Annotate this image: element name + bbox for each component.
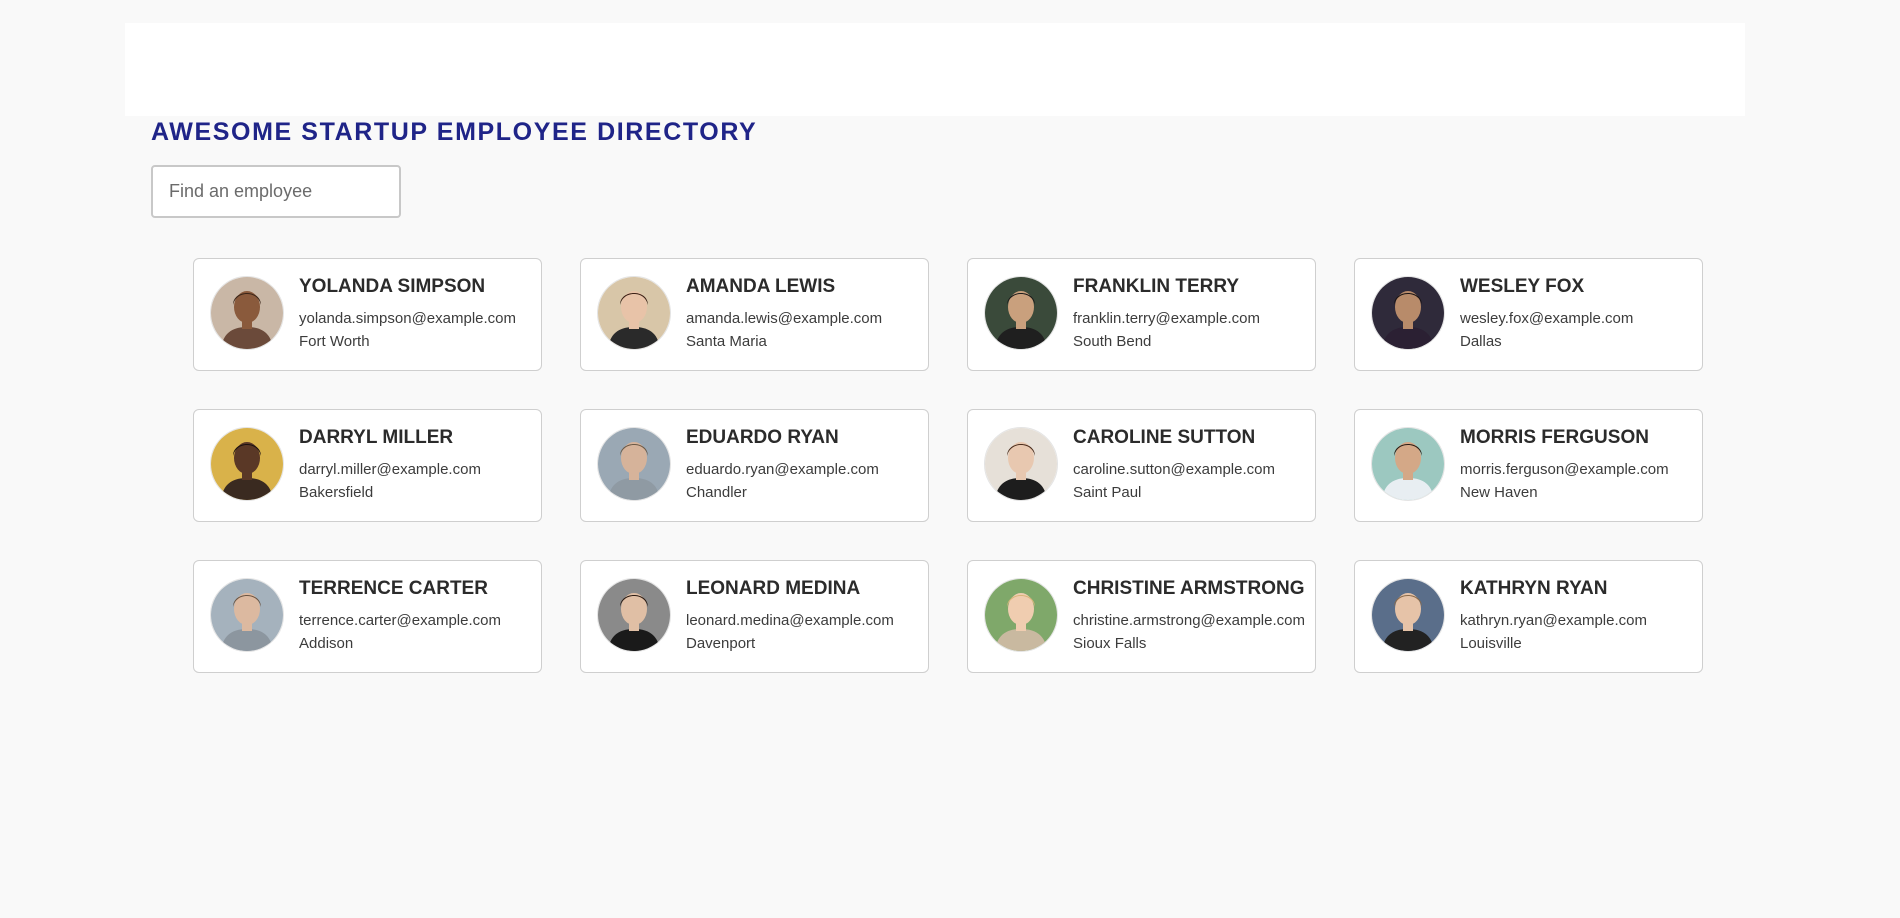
employee-card[interactable]: KATHRYN RYAN kathryn.ryan@example.com Loui… (1354, 560, 1703, 673)
employee-email: morris.ferguson@example.com (1460, 461, 1669, 478)
employee-avatar (210, 578, 284, 652)
employee-name: AMANDA LEWIS (686, 276, 836, 297)
employee-city: New Haven (1460, 484, 1538, 501)
employee-email: caroline.sutton@example.com (1073, 461, 1275, 478)
employee-city: Dallas (1460, 333, 1502, 350)
employee-name: TERRENCE CARTER (299, 578, 488, 599)
employee-name: DARRYL MILLER (299, 427, 454, 448)
employee-email: eduardo.ryan@example.com (686, 461, 879, 478)
employee-email: darryl.miller@example.com (299, 461, 481, 478)
employee-avatar (210, 427, 284, 501)
employee-card[interactable]: CHRISTINE ARMSTRONG christine.armstrong@e… (967, 560, 1316, 673)
employee-info: AMANDA LEWIS amanda.lewis@example.com Sant… (686, 275, 922, 353)
employee-card[interactable]: YOLANDA SIMPSON yolanda.simpson@example.c… (193, 258, 542, 371)
employee-info: WESLEY FOX wesley.fox@example.com Dallas (1460, 275, 1696, 353)
employee-name: CHRISTINE ARMSTRONG (1073, 578, 1305, 599)
employee-info: MORRIS FERGUSON morris.ferguson@example.c… (1460, 426, 1696, 504)
employee-name: LEONARD MEDINA (686, 578, 861, 599)
employee-email: wesley.fox@example.com (1460, 310, 1634, 327)
employee-avatar (597, 276, 671, 350)
employee-info: EDUARDO RYAN eduardo.ryan@example.com Chan… (686, 426, 922, 504)
employee-email: christine.armstrong@example.com (1073, 612, 1305, 629)
employee-name: CAROLINE SUTTON (1073, 427, 1256, 448)
employee-grid: YOLANDA SIMPSON yolanda.simpson@example.c… (193, 258, 1703, 673)
employee-city: Bakersfield (299, 484, 374, 501)
employee-email: leonard.medina@example.com (686, 612, 894, 629)
employee-avatar (210, 276, 284, 350)
employee-email: kathryn.ryan@example.com (1460, 612, 1647, 629)
employee-card[interactable]: MORRIS FERGUSON morris.ferguson@example.c… (1354, 409, 1703, 522)
employee-info: CHRISTINE ARMSTRONG christine.armstrong@e… (1073, 577, 1309, 655)
employee-city: Santa Maria (686, 333, 767, 350)
employee-avatar (984, 276, 1058, 350)
employee-card[interactable]: WESLEY FOX wesley.fox@example.com Dallas (1354, 258, 1703, 371)
page: AWESOME STARTUP EMPLOYEE DIRECTORY YOLAN… (0, 0, 1900, 918)
employee-info: KATHRYN RYAN kathryn.ryan@example.com Loui… (1460, 577, 1696, 655)
employee-email: amanda.lewis@example.com (686, 310, 883, 327)
employee-city: Sioux Falls (1073, 635, 1147, 652)
employee-name: WESLEY FOX (1460, 276, 1585, 297)
employee-info: DARRYL MILLER darryl.miller@example.com Ba… (299, 426, 535, 504)
page-header: AWESOME STARTUP EMPLOYEE DIRECTORY (151, 118, 757, 147)
employee-info: LEONARD MEDINA leonard.medina@example.com… (686, 577, 922, 655)
employee-city: Saint Paul (1073, 484, 1142, 501)
employee-city: Louisville (1460, 635, 1522, 652)
employee-avatar (1371, 276, 1445, 350)
employee-info: CAROLINE SUTTON caroline.sutton@example.c… (1073, 426, 1309, 504)
employee-city: South Bend (1073, 333, 1152, 350)
employee-email: terrence.carter@example.com (299, 612, 501, 629)
employee-card[interactable]: DARRYL MILLER darryl.miller@example.com Ba… (193, 409, 542, 522)
employee-name: EDUARDO RYAN (686, 427, 839, 448)
page-title: AWESOME STARTUP EMPLOYEE DIRECTORY (151, 118, 758, 146)
employee-name: KATHRYN RYAN (1460, 578, 1608, 599)
employee-avatar (597, 427, 671, 501)
employee-city: Chandler (686, 484, 747, 501)
employee-avatar (597, 578, 671, 652)
employee-email: yolanda.simpson@example.com (299, 310, 516, 327)
employee-info: FRANKLIN TERRY franklin.terry@example.com… (1073, 275, 1309, 353)
header-banner (125, 23, 1745, 116)
employee-name: YOLANDA SIMPSON (299, 276, 486, 297)
employee-email: franklin.terry@example.com (1073, 310, 1260, 327)
employee-card[interactable]: CAROLINE SUTTON caroline.sutton@example.c… (967, 409, 1316, 522)
employee-name: MORRIS FERGUSON (1460, 427, 1649, 448)
employee-avatar (984, 427, 1058, 501)
employee-city: Fort Worth (299, 333, 370, 350)
employee-name: FRANKLIN TERRY (1073, 276, 1240, 297)
employee-avatar (984, 578, 1058, 652)
employee-card[interactable]: AMANDA LEWIS amanda.lewis@example.com Sant… (580, 258, 929, 371)
employee-search-input[interactable] (151, 165, 401, 218)
employee-avatar (1371, 578, 1445, 652)
employee-avatar (1371, 427, 1445, 501)
employee-info: TERRENCE CARTER terrence.carter@example.c… (299, 577, 535, 655)
employee-card[interactable]: EDUARDO RYAN eduardo.ryan@example.com Chan… (580, 409, 929, 522)
employee-card[interactable]: FRANKLIN TERRY franklin.terry@example.com… (967, 258, 1316, 371)
employee-city: Addison (299, 635, 354, 652)
employee-card[interactable]: TERRENCE CARTER terrence.carter@example.c… (193, 560, 542, 673)
employee-city: Davenport (686, 635, 756, 652)
employee-card[interactable]: LEONARD MEDINA leonard.medina@example.com… (580, 560, 929, 673)
employee-info: YOLANDA SIMPSON yolanda.simpson@example.c… (299, 275, 535, 353)
